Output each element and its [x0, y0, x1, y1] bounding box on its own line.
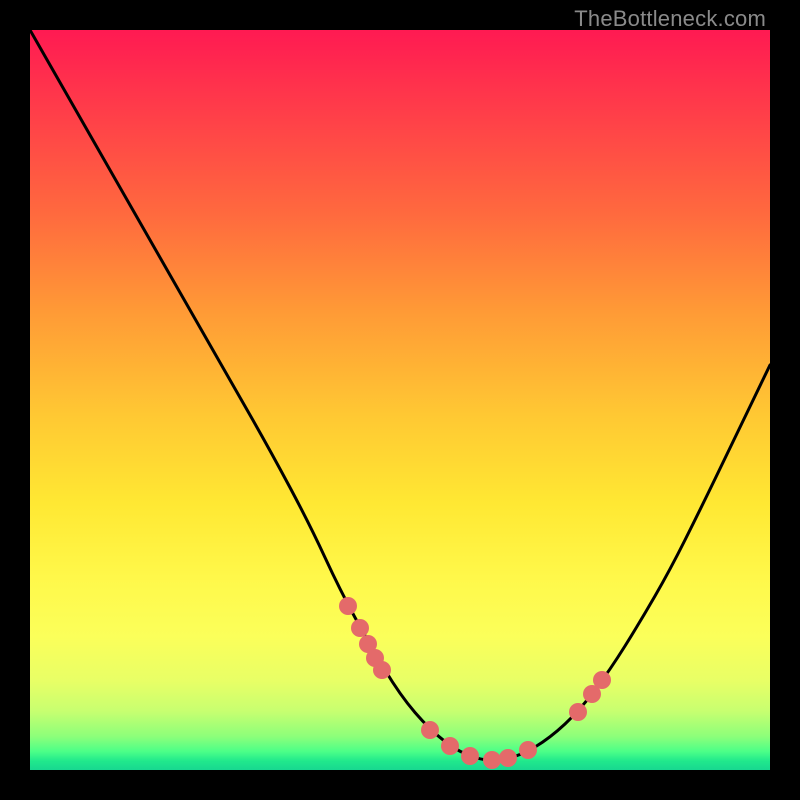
highlight-point [593, 671, 611, 689]
highlight-point [569, 703, 587, 721]
highlight-point [461, 747, 479, 765]
highlight-point [339, 597, 357, 615]
highlight-point [351, 619, 369, 637]
highlight-point [519, 741, 537, 759]
chart-frame: TheBottleneck.com [0, 0, 800, 800]
highlight-point [483, 751, 501, 769]
highlight-point [373, 661, 391, 679]
highlight-point [499, 749, 517, 767]
watermark-text: TheBottleneck.com [574, 6, 766, 32]
highlight-markers [339, 597, 611, 769]
bottleneck-curve [30, 30, 770, 760]
highlight-point [421, 721, 439, 739]
curve-svg [30, 30, 770, 770]
gradient-plot-area [30, 30, 770, 770]
highlight-point [441, 737, 459, 755]
